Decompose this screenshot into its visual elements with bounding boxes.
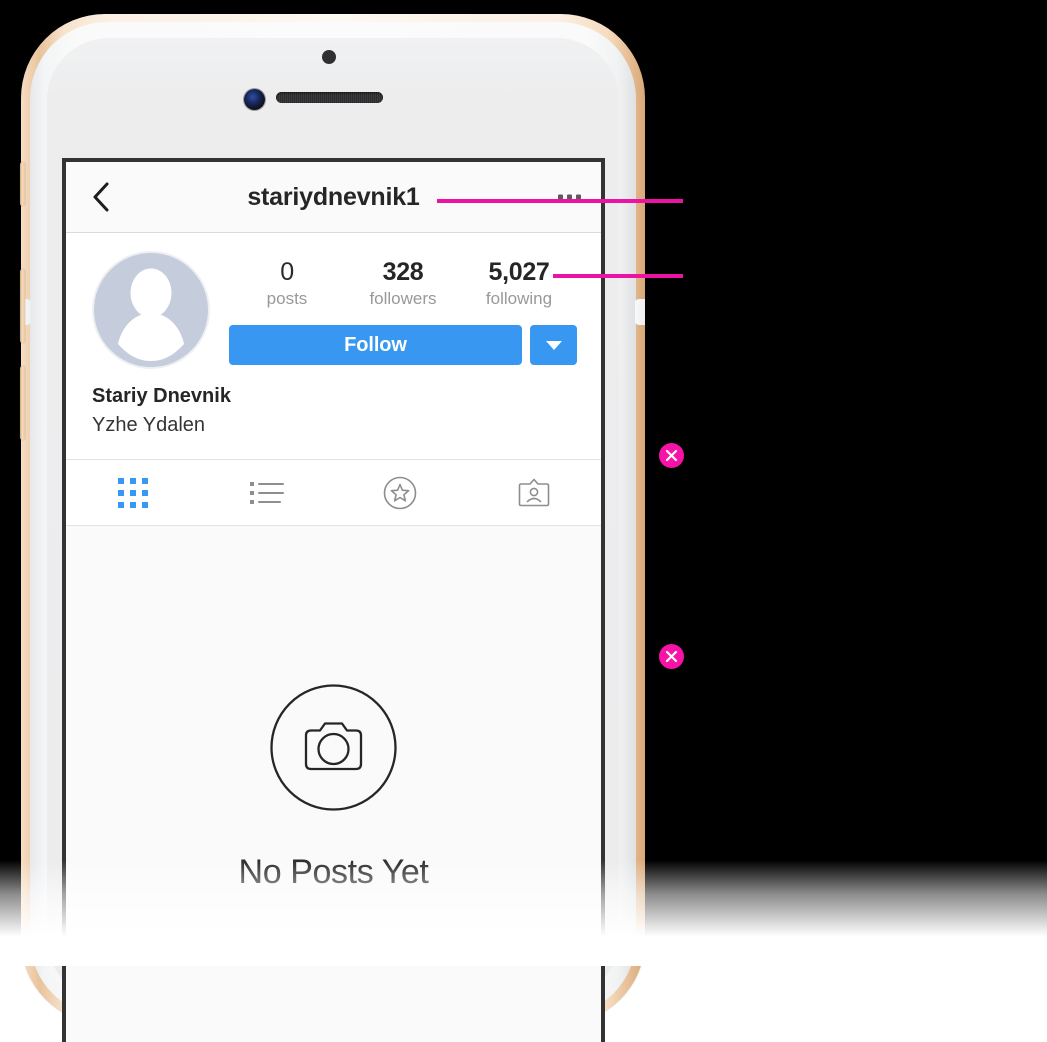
star-circle-icon: [384, 476, 417, 509]
callout-line-following: [553, 274, 683, 278]
person-tag-icon: [518, 478, 550, 506]
profile-header: 0 posts 328 followers 5,027 following Fo…: [66, 233, 601, 369]
empty-state: No Posts Yet: [66, 526, 601, 1042]
iphone-device-mockup: stariydnevnik1 0 posts 328 followers 5,0…: [20, 14, 645, 1042]
profile-tab-bar: [66, 459, 601, 526]
back-button[interactable]: [84, 180, 118, 214]
default-avatar-icon: [93, 252, 209, 368]
empty-state-title: No Posts Yet: [238, 853, 429, 891]
stat-following-value: 5,027: [488, 258, 550, 286]
profile-bio: Stariy Dnevnik Yzhe Ydalen: [66, 369, 601, 459]
close-badge-2[interactable]: [659, 644, 684, 669]
tab-saved-view[interactable]: [334, 460, 468, 525]
tab-grid-view[interactable]: [66, 460, 200, 525]
close-badge-1[interactable]: [659, 443, 684, 468]
profile-action-row: Follow: [229, 325, 577, 365]
x-icon: [665, 650, 678, 663]
follow-button[interactable]: Follow: [229, 325, 522, 365]
earpiece-speaker-icon: [276, 92, 383, 103]
avatar[interactable]: [92, 251, 210, 369]
volume-up-button[interactable]: [20, 269, 25, 343]
follow-options-button[interactable]: [530, 325, 577, 365]
profile-full-name: Stariy Dnevnik: [92, 385, 231, 407]
navigation-bar: stariydnevnik1: [66, 162, 601, 233]
screenshot-canvas: stariydnevnik1 0 posts 328 followers 5,0…: [0, 0, 1047, 1042]
caret-down-icon: [545, 340, 562, 350]
stat-posts-value: 0: [280, 258, 294, 286]
stat-followers-label: followers: [369, 289, 437, 308]
front-camera-icon: [244, 89, 265, 110]
profile-stats: 0 posts 328 followers 5,027 following: [229, 257, 577, 310]
grid-icon: [117, 477, 148, 508]
x-icon: [665, 449, 678, 462]
callout-line-title: [437, 199, 683, 203]
proximity-sensor-icon: [322, 50, 336, 64]
chevron-left-icon: [93, 182, 109, 212]
stat-posts-label: posts: [266, 289, 308, 308]
stat-followers-value: 328: [382, 258, 424, 286]
camera-circle-icon: [270, 684, 397, 811]
stat-following[interactable]: 5,027 following: [461, 257, 577, 310]
profile-header-right: 0 posts 328 followers 5,027 following Fo…: [229, 251, 577, 365]
stat-following-label: following: [485, 289, 553, 308]
app-viewport: stariydnevnik1 0 posts 328 followers 5,0…: [66, 162, 601, 1042]
list-icon: [249, 481, 284, 504]
profile-bio-text: Yzhe Ydalen: [92, 414, 206, 436]
antenna-band-right: [635, 299, 645, 325]
phone-screen: stariydnevnik1 0 posts 328 followers 5,0…: [62, 158, 605, 1042]
page-title: stariydnevnik1: [247, 182, 420, 211]
tab-tagged-view[interactable]: [467, 460, 601, 525]
volume-down-button[interactable]: [20, 366, 25, 440]
mute-switch-button[interactable]: [20, 162, 25, 206]
tab-list-view[interactable]: [200, 460, 334, 525]
stat-posts[interactable]: 0 posts: [229, 257, 345, 310]
stat-followers[interactable]: 328 followers: [345, 257, 461, 310]
